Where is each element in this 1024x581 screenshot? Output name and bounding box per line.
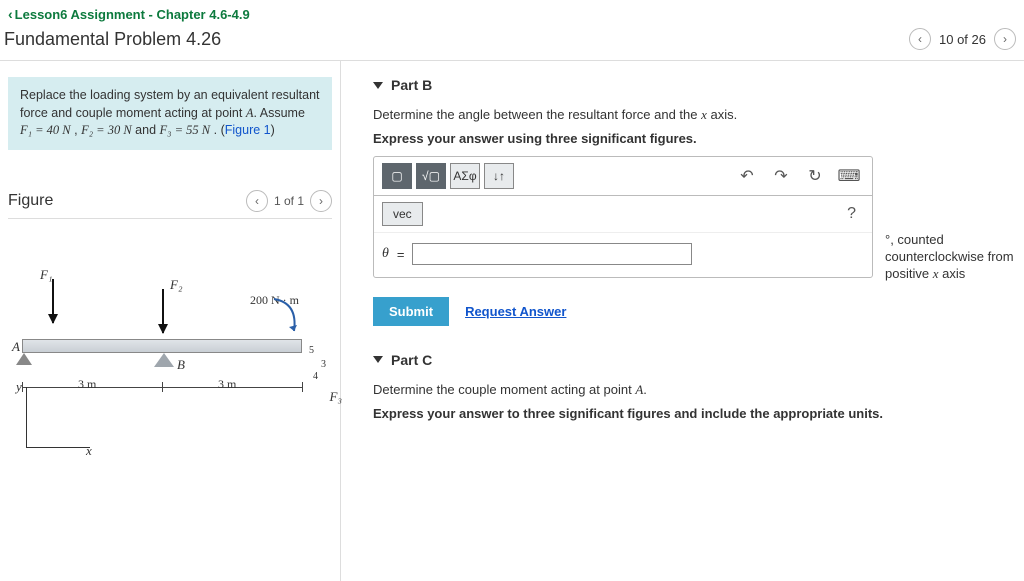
keyboard-button[interactable]: ⌨ <box>834 163 864 189</box>
part-c-instruction: Express your answer to three significant… <box>373 406 1024 421</box>
submit-button[interactable]: Submit <box>373 297 449 326</box>
force-f2-label: F₂ <box>170 277 182 293</box>
dim-2-label: 3 m <box>218 377 236 392</box>
moment-arrow-icon <box>268 293 304 333</box>
axis-x-label: x <box>86 443 92 459</box>
part-c-title: Part C <box>391 352 432 368</box>
next-figure-button[interactable]: › <box>310 190 332 212</box>
dim-tick-icon <box>22 382 23 392</box>
point-b-label: B <box>177 357 185 373</box>
figure-diagram: A B F₁ F₂ 200 N · m 5 3 4 F₃ 3 m 3 m y <box>12 239 332 469</box>
angle-h-label: 4 <box>313 371 318 382</box>
help-button[interactable]: ? <box>839 205 864 223</box>
beam-icon <box>22 339 302 353</box>
force-f1-arrow-icon <box>52 279 54 323</box>
part-b-prompt: Determine the angle between the resultan… <box>373 107 1024 123</box>
angle-v-label: 3 <box>321 359 326 370</box>
redo-button[interactable]: ↷ <box>766 163 796 189</box>
axis-x-icon <box>26 447 90 448</box>
dim-tick-icon <box>162 382 163 392</box>
vec-button[interactable]: vec <box>382 202 423 226</box>
equals-label: = <box>397 247 405 262</box>
figure-link[interactable]: Figure 1 <box>225 123 271 137</box>
answer-input[interactable] <box>412 243 692 265</box>
part-c-prompt: Determine the couple moment acting at po… <box>373 382 1024 398</box>
force-f3-label: F₃ <box>330 389 342 405</box>
force-f2-arrow-icon <box>162 289 164 333</box>
support-a-icon <box>16 353 32 365</box>
next-problem-button[interactable]: › <box>994 28 1016 50</box>
request-answer-link[interactable]: Request Answer <box>465 304 566 319</box>
greek-button[interactable]: ΑΣφ <box>450 163 480 189</box>
figure-heading: Figure <box>8 192 53 210</box>
force-f1-label: F₁ <box>40 267 52 283</box>
arrows-button[interactable]: ↓↑ <box>484 163 514 189</box>
sqrt-button[interactable]: √▢ <box>416 163 446 189</box>
answer-entry-box: ▢ √▢ ΑΣφ ↓↑ ↶ ↷ ↻ ⌨ vec ? <box>373 156 873 278</box>
back-link[interactable]: ‹Lesson6 Assignment - Chapter 4.6-4.9 <box>8 7 250 22</box>
part-b-title: Part B <box>391 77 432 93</box>
collapse-part-c-button[interactable] <box>373 356 383 363</box>
axis-y-icon <box>26 387 27 447</box>
variable-label: θ <box>382 246 389 262</box>
chevron-left-icon: ‹ <box>8 6 13 22</box>
support-b-icon <box>154 353 174 367</box>
template-button[interactable]: ▢ <box>382 163 412 189</box>
part-b-instruction: Express your answer using three signific… <box>373 131 1024 146</box>
unit-label: °, counted counterclockwise from positiv… <box>885 232 1024 283</box>
prev-problem-button[interactable]: ‹ <box>909 28 931 50</box>
angle-hyp-label: 5 <box>309 345 314 356</box>
figure-position: 1 of 1 <box>274 194 304 208</box>
dim-1-label: 3 m <box>78 377 96 392</box>
axis-y-label: y <box>16 379 22 395</box>
page-title: Fundamental Problem 4.26 <box>4 29 221 50</box>
undo-button[interactable]: ↶ <box>732 163 762 189</box>
problem-position: 10 of 26 <box>939 32 986 47</box>
reset-button[interactable]: ↻ <box>800 163 830 189</box>
problem-statement: Replace the loading system by an equival… <box>8 77 332 150</box>
prev-figure-button[interactable]: ‹ <box>246 190 268 212</box>
dim-tick-icon <box>302 382 303 392</box>
collapse-part-b-button[interactable] <box>373 82 383 89</box>
